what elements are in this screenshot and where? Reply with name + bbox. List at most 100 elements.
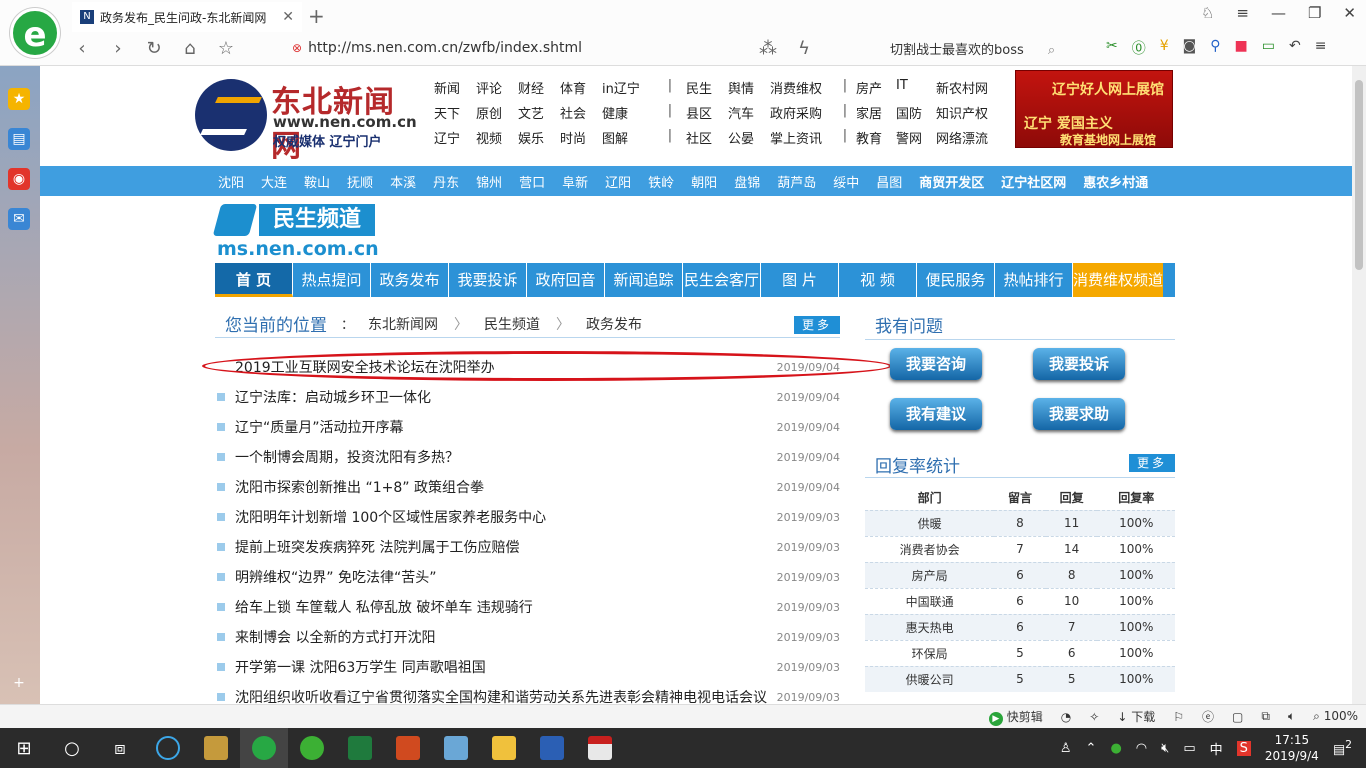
top-nav-link[interactable]: 原创 <box>476 103 518 122</box>
grid-icon[interactable]: ⁂ <box>758 38 778 59</box>
favorites-star-icon[interactable]: ★ <box>8 88 30 110</box>
pdf-icon[interactable] <box>576 728 624 768</box>
skin-icon[interactable]: ♘ <box>1201 4 1214 22</box>
news-title[interactable]: 明辨维权“边界” 免吃法律“苦头” <box>235 567 776 587</box>
more-menu-icon[interactable]: ≡ <box>1315 38 1327 58</box>
search-icon[interactable]: ⌕ <box>1048 43 1055 58</box>
top-nav-link[interactable]: 县区 <box>686 103 728 122</box>
close-window-icon[interactable]: ✕ <box>1343 4 1356 22</box>
city-link[interactable]: 锦州 <box>476 172 502 191</box>
rates-more-button[interactable]: 更多 <box>1129 454 1175 472</box>
complain-button[interactable]: 我要投诉 <box>1033 348 1125 380</box>
top-nav-link[interactable]: 天下 <box>434 103 476 122</box>
top-nav-link[interactable]: 文艺 <box>518 103 560 122</box>
ie-icon[interactable]: ⓔ <box>1202 708 1214 725</box>
weibo-icon[interactable]: ◉ <box>8 168 30 190</box>
scissors-icon[interactable]: ✂ <box>1106 38 1118 58</box>
city-link[interactable]: 阜新 <box>562 172 588 191</box>
top-nav-link[interactable]: 社区 <box>686 128 728 147</box>
top-nav-link[interactable]: 图解 <box>602 128 654 147</box>
city-link[interactable]: 沈阳 <box>218 172 244 191</box>
speed-icon[interactable]: ◔ <box>1061 710 1071 724</box>
apps-icon[interactable]: ■ <box>1235 38 1248 58</box>
top-nav-link[interactable]: 政府采购 <box>770 103 834 122</box>
file-explorer-icon[interactable] <box>480 728 528 768</box>
top-nav-link[interactable]: IT <box>896 78 936 97</box>
city-link[interactable]: 盘锦 <box>734 172 760 191</box>
word-icon[interactable] <box>528 728 576 768</box>
task-view-icon[interactable]: ⧈ <box>96 728 144 768</box>
channel-tab[interactable]: 视 频 <box>839 263 917 297</box>
wifi-icon[interactable]: ◠ <box>1136 741 1147 756</box>
channel-tab[interactable]: 便民服务 <box>917 263 995 297</box>
home-icon[interactable]: ⌂ <box>180 38 200 59</box>
news-title[interactable]: 提前上班突发疾病猝死 法院判属于工伤应赔偿 <box>235 537 776 557</box>
breadcrumb-item-home[interactable]: 东北新闻网 <box>368 314 438 334</box>
people-icon[interactable]: ♙ <box>1060 741 1072 756</box>
channel-tab[interactable]: 热点提问 <box>293 263 371 297</box>
news-title[interactable]: 沈阳市探索创新推出 “1+8” 政策组合拳 <box>235 477 776 497</box>
top-nav-link[interactable]: 教育 <box>856 128 896 147</box>
top-nav-link[interactable]: 新闻 <box>434 78 476 97</box>
top-nav-link[interactable]: in辽宁 <box>602 78 654 97</box>
breadcrumb-item-section[interactable]: 政务发布 <box>586 314 642 334</box>
news-title[interactable]: 开学第一课 沈阳63万学生 同声歌唱祖国 <box>235 657 776 677</box>
channel-tab[interactable]: 热帖排行 <box>995 263 1073 297</box>
ime-indicator[interactable]: 中 <box>1210 739 1223 758</box>
channel-tab[interactable]: 政务发布 <box>371 263 449 297</box>
top-nav-link[interactable]: 网络漂流 <box>936 128 996 147</box>
news-item[interactable]: 沈阳市探索创新推出 “1+8” 政策组合拳 2019/09/04 <box>215 472 840 502</box>
coin-icon[interactable]: ¥ <box>1160 38 1169 58</box>
news-item[interactable]: 明辨维权“边界” 免吃法律“苦头” 2019/09/03 <box>215 562 840 592</box>
region-link[interactable]: 商贸开发区 <box>919 172 984 191</box>
channel-tab[interactable]: 图 片 <box>761 263 839 297</box>
news-item[interactable]: 开学第一课 沈阳63万学生 同声歌唱祖国 2019/09/03 <box>215 652 840 682</box>
news-item[interactable]: 来制博会 以全新的方式打开沈阳 2019/09/03 <box>215 622 840 652</box>
table-cell[interactable]: 惠天热电 <box>865 613 995 640</box>
top-nav-link[interactable]: 娱乐 <box>518 128 560 147</box>
news-item[interactable]: 沈阳组织收听收看辽宁省贯彻落实全国构建和谐劳动关系先进表彰会精神电视电话会议 20… <box>215 682 840 704</box>
top-nav-link[interactable]: 体育 <box>560 78 602 97</box>
channel-tab[interactable]: 新闻追踪 <box>605 263 683 297</box>
browser-tab[interactable]: N 政务发布_民生问政-东北新闻网 ✕ <box>72 2 302 32</box>
top-nav-link[interactable]: 新农村网 <box>936 78 996 97</box>
top-nav-link[interactable]: 辽宁 <box>434 128 476 147</box>
battery-icon[interactable]: ▭ <box>1262 38 1275 58</box>
minimize-icon[interactable]: — <box>1271 4 1286 22</box>
top-nav-link[interactable]: 时尚 <box>560 128 602 147</box>
copy-icon[interactable]: ⧉ <box>1261 709 1270 724</box>
mute-icon[interactable]: 🔇︎ <box>1161 741 1169 756</box>
search-app-icon[interactable] <box>144 728 192 768</box>
city-link[interactable]: 铁岭 <box>648 172 674 191</box>
top-nav-link[interactable]: 评论 <box>476 78 518 97</box>
channel-tab[interactable]: 民生会客厅 <box>683 263 761 297</box>
find-icon[interactable]: ⚲ <box>1210 38 1220 58</box>
flag-icon[interactable]: ⚐ <box>1173 710 1184 724</box>
liaoning-banner-ad[interactable]: 辽宁好人网上展馆 辽宁 爱国主义 教育基地网上展馆 <box>1015 70 1173 148</box>
consult-button[interactable]: 我要咨询 <box>890 348 982 380</box>
table-cell[interactable]: 消费者协会 <box>865 535 995 562</box>
notes-icon[interactable] <box>432 728 480 768</box>
city-link[interactable]: 营口 <box>519 172 545 191</box>
news-title[interactable]: 沈阳组织收听收看辽宁省贯彻落实全国构建和谐劳动关系先进表彰会精神电视电话会议 <box>235 687 776 704</box>
news-item[interactable]: 辽宁“质量月”活动拉开序幕 2019/09/04 <box>215 412 840 442</box>
news-title[interactable]: 给车上锁 车筐载人 私停乱放 破坏单车 违规骑行 <box>235 597 776 617</box>
top-nav-link[interactable]: 健康 <box>602 103 654 122</box>
channel-tab[interactable]: 消费维权频道 <box>1073 263 1163 297</box>
lightning-icon[interactable]: ϟ <box>794 38 814 59</box>
window-icon[interactable]: ▢ <box>1232 710 1243 724</box>
cortana-search-icon[interactable]: ○ <box>48 728 96 768</box>
notification-icon[interactable]: ▤2 <box>1333 738 1352 757</box>
scrollbar-thumb[interactable] <box>1355 80 1363 270</box>
news-title[interactable]: 辽宁“质量月”活动拉开序幕 <box>235 417 776 437</box>
clock[interactable]: 17:15 2019/9/4 <box>1265 732 1319 764</box>
top-nav-link[interactable]: 财经 <box>518 78 560 97</box>
refresh-icon[interactable]: ↻ <box>144 38 164 59</box>
volume-icon[interactable]: 🔈︎ <box>1288 709 1295 724</box>
table-cell[interactable]: 中国联通 <box>865 587 995 614</box>
add-sidebar-icon[interactable]: + <box>8 672 30 694</box>
top-nav-link[interactable]: 国防 <box>896 103 936 122</box>
powerpoint-icon[interactable] <box>384 728 432 768</box>
city-link[interactable]: 绥中 <box>833 172 859 191</box>
top-nav-link[interactable]: 社会 <box>560 103 602 122</box>
